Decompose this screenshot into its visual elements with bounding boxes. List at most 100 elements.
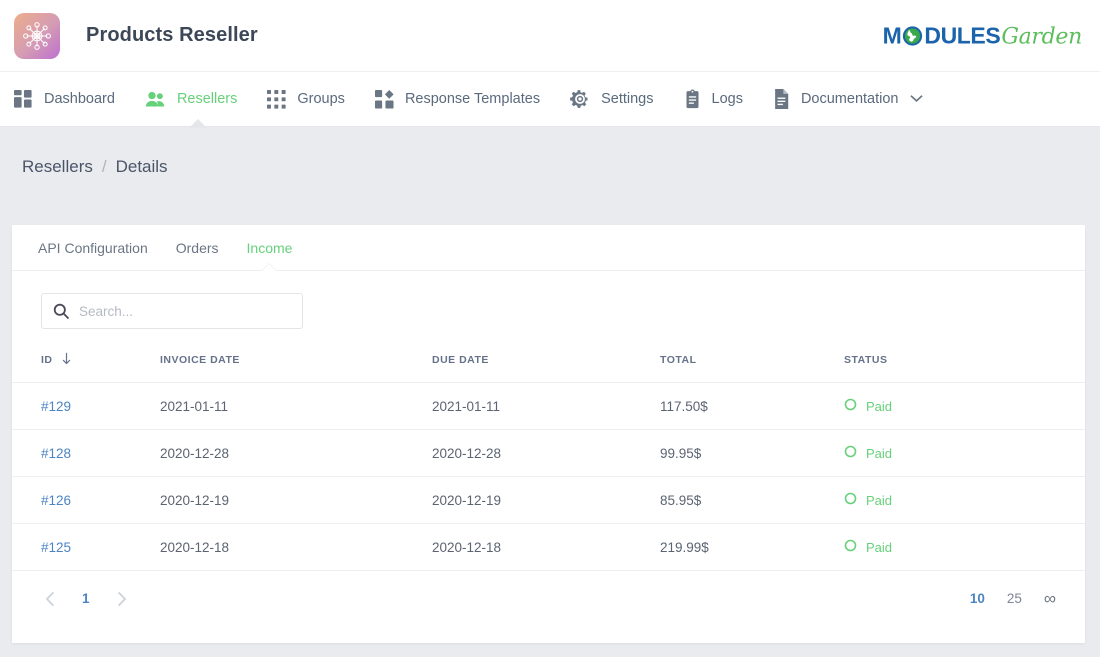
column-label: ID [41,354,53,366]
chevron-right-icon[interactable] [112,587,131,611]
cell-invoice-date: 2021-01-11 [160,382,432,430]
circle-outline-icon [844,539,857,555]
column-header-due-date[interactable]: DUE DATE [432,352,660,383]
invoice-id-link[interactable]: #128 [41,446,71,461]
cell-due-date: 2020-12-18 [432,523,660,570]
invoice-id-link[interactable]: #126 [41,493,71,508]
page-title: Products Reseller [86,24,258,46]
nav-item-label: Groups [297,91,345,107]
page-size-all[interactable]: ∞ [1044,590,1056,607]
nav-item-label: Settings [601,91,654,107]
page-number-1[interactable]: 1 [73,588,99,609]
squares-diamond-icon [374,89,394,109]
status-label: Paid [866,445,893,461]
status-badge: Paid [844,398,1085,414]
sort-desc-arrow-icon[interactable] [61,352,72,368]
breadcrumb: Resellers / Details [0,127,1100,177]
circle-outline-icon [844,445,857,461]
status-badge: Paid [844,492,1085,508]
invoice-id-link[interactable]: #129 [41,399,71,414]
breadcrumb-parent[interactable]: Resellers [22,157,93,177]
status-label: Paid [866,492,893,508]
invoice-id-link[interactable]: #125 [41,540,71,555]
search-area [12,271,1085,329]
nav-item-label: Documentation [800,91,899,107]
pagination-bar: 1 10 25 ∞ [12,570,1085,626]
income-table: ID INVOICE DATE DUE DATE TOTAL STATUS #1… [12,352,1085,570]
nav-item-response-templates[interactable]: Response Templates [374,72,554,127]
chevron-down-icon[interactable] [910,91,924,107]
breadcrumb-current: Details [115,157,168,176]
status-label: Paid [866,539,893,555]
column-header-invoice-date[interactable]: INVOICE DATE [160,352,432,383]
tab-label: Orders [175,239,219,256]
cell-total: 117.50$ [660,382,844,430]
cell-due-date: 2020-12-19 [432,476,660,524]
tab-label: API Configuration [38,239,148,256]
dot-grid-icon [267,89,286,109]
network-hub-icon [23,21,51,50]
nav-item-label: Dashboard [44,91,115,107]
cell-invoice-date: 2020-12-19 [160,476,432,524]
brand-garden-text: Garden [1001,24,1082,49]
nav-item-label: Resellers [176,91,238,107]
table-row[interactable]: #125 2020-12-18 2020-12-18 219.99$ Paid [12,523,1085,570]
cell-due-date: 2021-01-11 [432,382,660,430]
table-row[interactable]: #129 2021-01-11 2021-01-11 117.50$ Paid [12,382,1085,430]
column-header-total[interactable]: TOTAL [660,352,844,383]
column-header-status[interactable]: STATUS [844,352,1085,383]
status-label: Paid [866,398,893,414]
people-icon [145,90,166,109]
nav-item-resellers[interactable]: Resellers [145,72,251,128]
status-badge: Paid [844,539,1085,555]
brand-m: M [882,22,902,48]
brand-modules-rest: DULES [924,22,1001,48]
tab-income[interactable]: Income [233,225,307,272]
brand-modules-text: M DULES [883,22,1001,49]
cell-invoice-date: 2020-12-18 [160,523,432,570]
cell-total: 85.95$ [660,476,844,524]
cell-invoice-date: 2020-12-28 [160,429,432,477]
tab-orders[interactable]: Orders [162,225,233,271]
grid-blocks-icon [14,89,33,109]
circle-outline-icon [844,492,857,508]
nav-item-logs[interactable]: Logs [684,72,757,127]
gear-icon [570,89,590,109]
column-header-id[interactable]: ID [12,352,160,383]
search-icon [42,303,79,320]
nav-item-label: Logs [711,91,743,107]
cell-due-date: 2020-12-28 [432,429,660,477]
clipboard-icon [684,89,701,109]
app-logo [14,12,60,59]
nav-item-documentation[interactable]: Documentation [773,72,938,127]
nav-item-dashboard[interactable]: Dashboard [14,72,129,127]
app-header: Products Reseller M DULES Garden [0,0,1100,72]
status-badge: Paid [844,445,1085,461]
income-card: API Configuration Orders Income ID [12,225,1085,643]
breadcrumb-separator: / [101,157,107,176]
active-tab-caret [261,263,278,272]
table-body: #129 2021-01-11 2021-01-11 117.50$ Paid … [12,382,1085,570]
nav-item-label: Response Templates [404,91,541,107]
page-size-10[interactable]: 10 [970,591,985,606]
table-row[interactable]: #128 2020-12-28 2020-12-28 99.95$ Paid [12,429,1085,477]
table-header: ID INVOICE DATE DUE DATE TOTAL STATUS [12,352,1085,383]
table-row[interactable]: #126 2020-12-19 2020-12-19 85.95$ Paid [12,476,1085,524]
chevron-left-icon[interactable] [41,587,60,611]
nav-item-groups[interactable]: Groups [267,72,359,127]
globe-icon [903,25,923,46]
search-input[interactable] [79,303,302,319]
circle-outline-icon [844,398,857,414]
search-box[interactable] [41,293,303,329]
page-size-25[interactable]: 25 [1007,591,1022,606]
main-navigation: Dashboard Resellers Groups Response Temp… [0,72,1100,128]
active-nav-caret [189,118,208,128]
tab-api-configuration[interactable]: API Configuration [24,225,162,271]
tab-label: Income [246,239,293,256]
document-icon [773,89,790,109]
tab-bar: API Configuration Orders Income [12,225,1085,272]
modulesgarden-logo: M DULES Garden [883,22,1083,49]
cell-total: 219.99$ [660,523,844,570]
cell-total: 99.95$ [660,429,844,477]
nav-item-settings[interactable]: Settings [570,72,667,127]
